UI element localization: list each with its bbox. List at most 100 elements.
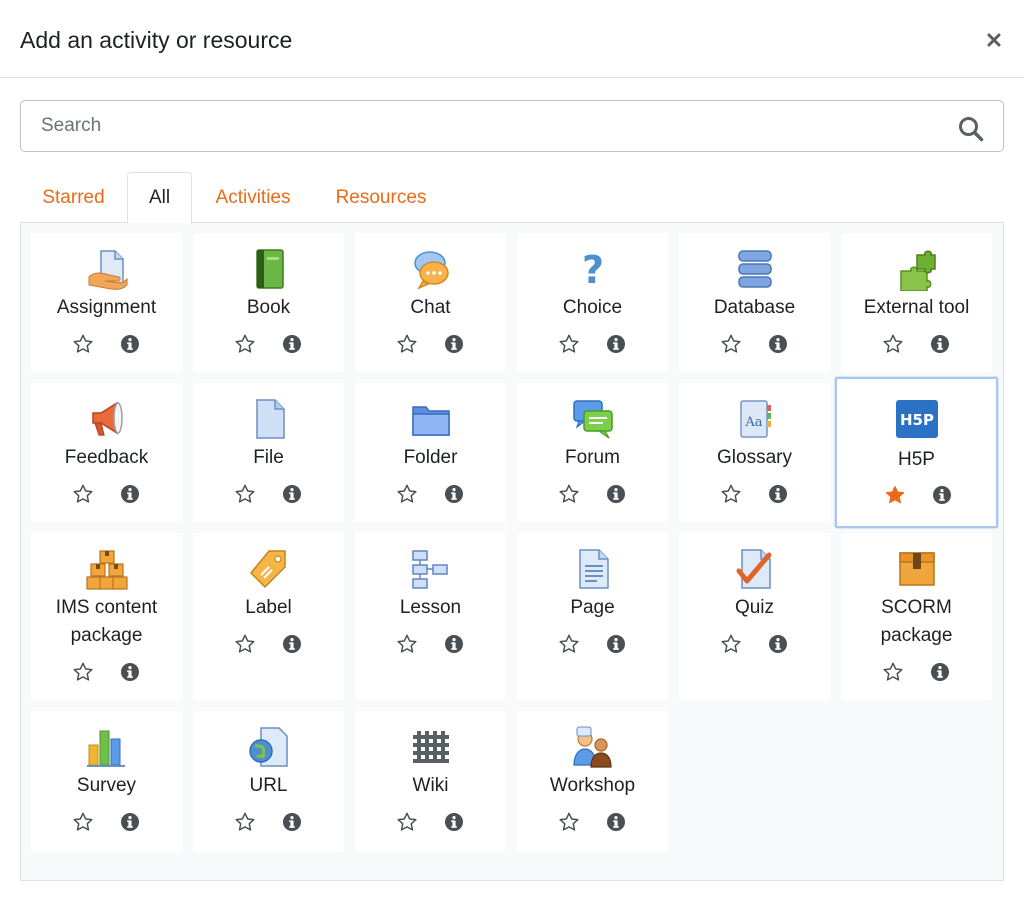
activity-card-h5p[interactable]: H5P H5P [835,377,998,528]
activity-name: Lesson [399,597,462,618]
tab-all[interactable]: All [127,172,192,224]
activity-card-chat[interactable]: Chat [355,233,506,372]
activity-name: package [880,625,953,646]
workshop-icon [571,725,615,769]
star-icon[interactable] [720,633,742,655]
info-icon[interactable] [768,334,788,354]
info-icon[interactable] [282,334,302,354]
star-icon[interactable] [72,811,94,833]
info-icon[interactable] [444,812,464,832]
info-icon[interactable] [282,634,302,654]
quiz-icon [733,547,777,591]
search-icon[interactable] [957,115,985,143]
activity-card-glossary[interactable]: Aa Glossary [679,383,830,522]
info-icon[interactable] [120,662,140,682]
info-icon[interactable] [444,634,464,654]
star-icon[interactable] [234,811,256,833]
activity-card-book[interactable]: Book [193,233,344,372]
star-icon[interactable] [558,811,580,833]
activity-card-external-tool[interactable]: External tool [841,233,992,372]
info-icon[interactable] [606,484,626,504]
star-icon[interactable] [882,333,904,355]
star-icon[interactable] [396,483,418,505]
activity-name: Quiz [734,597,775,618]
star-icon[interactable] [882,661,904,683]
activity-card-wiki[interactable]: Wiki [355,711,506,852]
activity-card-scorm-package[interactable]: SCORM package [841,533,992,700]
info-icon[interactable] [606,634,626,654]
star-icon[interactable] [558,483,580,505]
star-icon[interactable] [396,811,418,833]
star-icon[interactable] [558,633,580,655]
activity-card-quiz[interactable]: Quiz [679,533,830,700]
info-icon[interactable] [768,634,788,654]
tab-starred[interactable]: Starred [30,172,117,223]
info-icon[interactable] [444,484,464,504]
activity-name: Feedback [64,447,149,468]
tab-activities[interactable]: Activities [200,172,306,223]
info-icon[interactable] [120,812,140,832]
page-icon [571,547,615,591]
puzzle-icon [895,247,939,292]
tab-resources[interactable]: Resources [322,172,440,223]
activity-card-ims-content-package[interactable]: IMS content package [31,533,182,700]
folder-icon [409,397,453,441]
star-icon[interactable] [234,483,256,505]
star-icon[interactable] [396,333,418,355]
activity-name: Wiki [412,775,449,796]
info-icon[interactable] [606,334,626,354]
tag-icon [247,547,291,591]
activity-card-page[interactable]: Page [517,533,668,700]
info-icon[interactable] [930,334,950,354]
star-icon[interactable] [720,483,742,505]
book-icon [247,247,291,291]
activity-card-url[interactable]: URL [193,711,344,852]
activity-card-file[interactable]: File [193,383,344,522]
activity-card-choice[interactable]: ? Choice [517,233,668,372]
activity-card-assignment[interactable]: Assignment [31,233,182,372]
activity-card-lesson[interactable]: Lesson [355,533,506,700]
activity-card-feedback[interactable]: Feedback [31,383,182,522]
activity-name: External tool [863,297,970,318]
activity-card-workshop[interactable]: Workshop [517,711,668,852]
search-input[interactable] [41,101,941,151]
activity-name: URL [249,775,288,796]
activity-card-forum[interactable]: Forum [517,383,668,522]
info-icon[interactable] [444,334,464,354]
activity-name: Glossary [717,447,792,468]
star-icon[interactable] [396,633,418,655]
file-icon [247,397,291,441]
activity-name: Choice [562,297,623,318]
url-icon [247,725,291,769]
activity-name: Page [570,597,615,618]
info-icon[interactable] [282,484,302,504]
info-icon[interactable] [768,484,788,504]
activity-card-label[interactable]: Label [193,533,344,700]
star-icon[interactable] [558,333,580,355]
info-icon[interactable] [932,485,952,505]
star-icon[interactable] [234,633,256,655]
star-icon[interactable] [72,333,94,355]
activity-name: Workshop [549,775,636,796]
forum-icon [571,397,615,441]
scorm-icon [895,547,939,591]
star-filled-icon[interactable] [884,484,906,506]
info-icon[interactable] [120,484,140,504]
star-icon[interactable] [72,483,94,505]
activity-name: SCORM [881,597,952,618]
info-icon[interactable] [282,812,302,832]
svg-text:?: ? [581,248,603,291]
activity-card-folder[interactable]: Folder [355,383,506,522]
star-icon[interactable] [234,333,256,355]
info-icon[interactable] [606,812,626,832]
close-button[interactable] [978,24,1010,56]
activity-name: Label [245,597,292,618]
info-icon[interactable] [930,662,950,682]
megaphone-icon [85,397,129,441]
star-icon[interactable] [720,333,742,355]
activity-card-survey[interactable]: Survey [31,711,182,852]
survey-icon [85,725,129,769]
info-icon[interactable] [120,334,140,354]
activity-card-database[interactable]: Database [679,233,830,372]
star-icon[interactable] [72,661,94,683]
